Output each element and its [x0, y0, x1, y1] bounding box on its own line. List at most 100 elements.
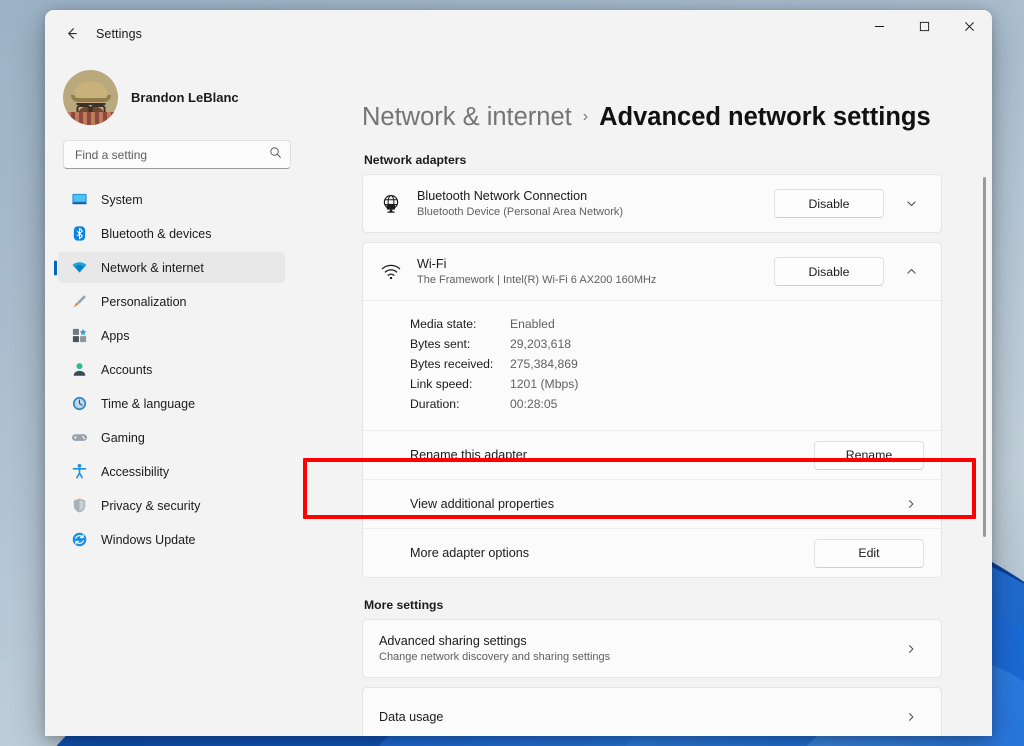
stat-value: 275,384,869 — [510, 354, 578, 374]
person-icon — [71, 361, 88, 378]
globe-network-icon — [379, 192, 403, 216]
stat-row: Link speed: 1201 (Mbps) — [410, 374, 941, 394]
view-additional-properties-label: View additional properties — [410, 496, 884, 512]
sidebar-item-apps[interactable]: Apps — [58, 320, 285, 351]
adapter-card-wifi: Wi-Fi The Framework | Intel(R) Wi-Fi 6 A… — [362, 242, 942, 578]
sidebar-item-time-language[interactable]: Time & language — [58, 388, 285, 419]
sidebar-item-accounts[interactable]: Accounts — [58, 354, 285, 385]
close-button[interactable] — [947, 10, 992, 42]
stat-row: Bytes sent: 29,203,618 — [410, 334, 941, 354]
title-bar: Settings — [45, 10, 992, 57]
maximize-button[interactable] — [902, 10, 947, 42]
stat-value: 29,203,618 — [510, 334, 571, 354]
wifi-stats-table: Media state: Enabled Bytes sent: 29,203,… — [363, 301, 941, 430]
more-settings-card-advanced-sharing: Advanced sharing settings Change network… — [362, 619, 942, 678]
disable-button-wifi[interactable]: Disable — [774, 257, 884, 286]
sidebar-nav: System Bluetooth & devices — [56, 184, 285, 555]
breadcrumb-separator-icon: › — [583, 101, 588, 133]
setting-title: Advanced sharing settings — [379, 633, 884, 649]
adapter-name: Wi-Fi — [417, 256, 760, 272]
adapter-row[interactable]: Wi-Fi The Framework | Intel(R) Wi-Fi 6 A… — [363, 243, 941, 300]
sidebar-item-label: Personalization — [101, 295, 186, 309]
gamepad-icon — [71, 429, 88, 446]
row-texts: Data usage — [379, 709, 884, 725]
app-title: Settings — [96, 27, 142, 41]
sidebar-item-windows-update[interactable]: Windows Update — [58, 524, 285, 555]
sidebar-item-accessibility[interactable]: Accessibility — [58, 456, 285, 487]
advanced-sharing-settings-row[interactable]: Advanced sharing settings Change network… — [363, 620, 941, 677]
search-input[interactable] — [75, 148, 269, 162]
rename-adapter-label: Rename this adapter — [410, 447, 800, 463]
settings-window: Settings — [45, 10, 992, 736]
breadcrumb: Network & internet › Advanced network se… — [362, 101, 942, 133]
monitor-icon — [71, 191, 88, 208]
sidebar-item-label: Gaming — [101, 431, 145, 445]
chevron-right-icon — [898, 636, 924, 662]
sidebar-item-personalization[interactable]: Personalization — [58, 286, 285, 317]
sidebar-item-system[interactable]: System — [58, 184, 285, 215]
adapter-row[interactable]: Bluetooth Network Connection Bluetooth D… — [363, 175, 941, 232]
wifi-icon — [71, 259, 88, 276]
rename-button[interactable]: Rename — [814, 441, 924, 470]
update-refresh-icon — [71, 531, 88, 548]
sidebar-item-label: Accessibility — [101, 465, 169, 479]
account-block[interactable]: Brandon LeBlanc — [56, 57, 285, 133]
stat-value: 1201 (Mbps) — [510, 374, 578, 394]
back-button[interactable] — [54, 19, 88, 49]
window-controls — [857, 10, 992, 57]
row-texts: More adapter options — [410, 545, 800, 561]
adapter-card-bluetooth: Bluetooth Network Connection Bluetooth D… — [362, 174, 942, 233]
stat-key: Media state: — [410, 314, 510, 334]
data-usage-row[interactable]: Data usage — [363, 688, 941, 736]
chevron-up-icon[interactable] — [898, 259, 924, 285]
more-adapter-options-label: More adapter options — [410, 545, 800, 561]
stat-key: Link speed: — [410, 374, 510, 394]
sidebar-item-label: Accounts — [101, 363, 152, 377]
content-scroll: Network & internet › Advanced network se… — [296, 57, 992, 736]
sidebar-item-label: Bluetooth & devices — [101, 227, 212, 241]
clock-globe-icon — [71, 395, 88, 412]
row-texts: Rename this adapter — [410, 447, 800, 463]
view-additional-properties-row[interactable]: View additional properties — [363, 480, 941, 528]
shield-icon — [71, 497, 88, 514]
stat-key: Duration: — [410, 394, 510, 414]
stat-key: Bytes sent: — [410, 334, 510, 354]
breadcrumb-parent[interactable]: Network & internet — [362, 101, 572, 133]
sidebar-item-label: Network & internet — [101, 261, 204, 275]
section-label-network-adapters: Network adapters — [364, 153, 942, 167]
content-scrollbar[interactable] — [983, 113, 986, 717]
avatar — [63, 70, 118, 125]
content-area: Network & internet › Advanced network se… — [296, 57, 992, 736]
rename-adapter-row: Rename this adapter Rename — [363, 431, 941, 479]
stat-value: Enabled — [510, 314, 555, 334]
sidebar-item-label: Privacy & security — [101, 499, 200, 513]
sidebar-item-privacy-security[interactable]: Privacy & security — [58, 490, 285, 521]
search-box[interactable] — [63, 140, 291, 169]
adapter-description: The Framework | Intel(R) Wi-Fi 6 AX200 1… — [417, 273, 760, 288]
sidebar-item-network-internet[interactable]: Network & internet — [58, 252, 285, 283]
adapter-texts: Bluetooth Network Connection Bluetooth D… — [417, 188, 760, 220]
sidebar-item-gaming[interactable]: Gaming — [58, 422, 285, 453]
sidebar-item-bluetooth-devices[interactable]: Bluetooth & devices — [58, 218, 285, 249]
minimize-button[interactable] — [857, 10, 902, 42]
scrollbar-thumb[interactable] — [983, 177, 986, 537]
stat-value: 00:28:05 — [510, 394, 557, 414]
chevron-down-icon[interactable] — [898, 191, 924, 217]
sidebar-item-label: Time & language — [101, 397, 195, 411]
sidebar: Brandon LeBlanc — [45, 57, 296, 736]
edit-button[interactable]: Edit — [814, 539, 924, 568]
window-body: Brandon LeBlanc — [45, 57, 992, 736]
chevron-right-icon — [898, 491, 924, 517]
adapter-name: Bluetooth Network Connection — [417, 188, 760, 204]
row-texts: View additional properties — [410, 496, 884, 512]
sidebar-item-label: Apps — [101, 329, 130, 343]
paintbrush-icon — [71, 293, 88, 310]
stat-row: Duration: 00:28:05 — [410, 394, 941, 414]
search-icon — [269, 146, 282, 164]
section-label-more-settings: More settings — [364, 598, 942, 612]
stat-row: Media state: Enabled — [410, 314, 941, 334]
account-name: Brandon LeBlanc — [131, 90, 239, 105]
sidebar-item-label: System — [101, 193, 143, 207]
adapter-description: Bluetooth Device (Personal Area Network) — [417, 205, 760, 220]
disable-button-bluetooth[interactable]: Disable — [774, 189, 884, 218]
